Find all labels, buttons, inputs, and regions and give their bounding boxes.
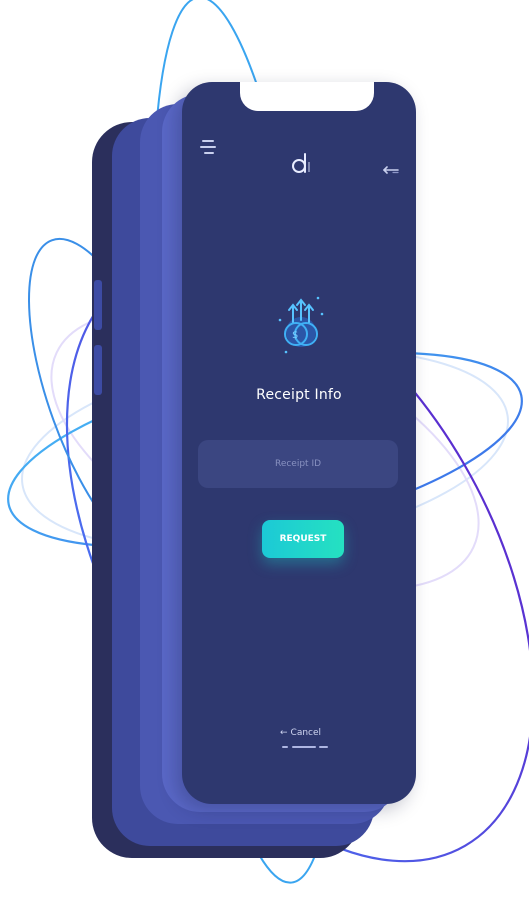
menu-icon[interactable] (200, 140, 218, 158)
volume-down-button (94, 345, 102, 395)
volume-up-button (94, 280, 102, 330)
page-title: Receipt Info (256, 387, 342, 403)
screen-notch (240, 82, 374, 111)
phone-screen: $ Receipt Info REQUEST ←Cancel (182, 82, 416, 804)
receipt-id-input[interactable] (198, 440, 398, 488)
logo-icon (292, 153, 310, 173)
illustration-stage: $ Receipt Info REQUEST ←Cancel (0, 0, 529, 900)
request-button[interactable]: REQUEST (262, 520, 344, 558)
coins-upload-icon: $ (278, 296, 324, 354)
cancel-link[interactable]: ← Cancel (280, 728, 321, 738)
svg-text:$: $ (292, 330, 298, 341)
cancel-label: Cancel (290, 728, 322, 738)
left-arrow-icon: ← (280, 728, 288, 738)
back-arrow-icon[interactable] (382, 166, 400, 174)
cancel-underline (282, 746, 328, 748)
